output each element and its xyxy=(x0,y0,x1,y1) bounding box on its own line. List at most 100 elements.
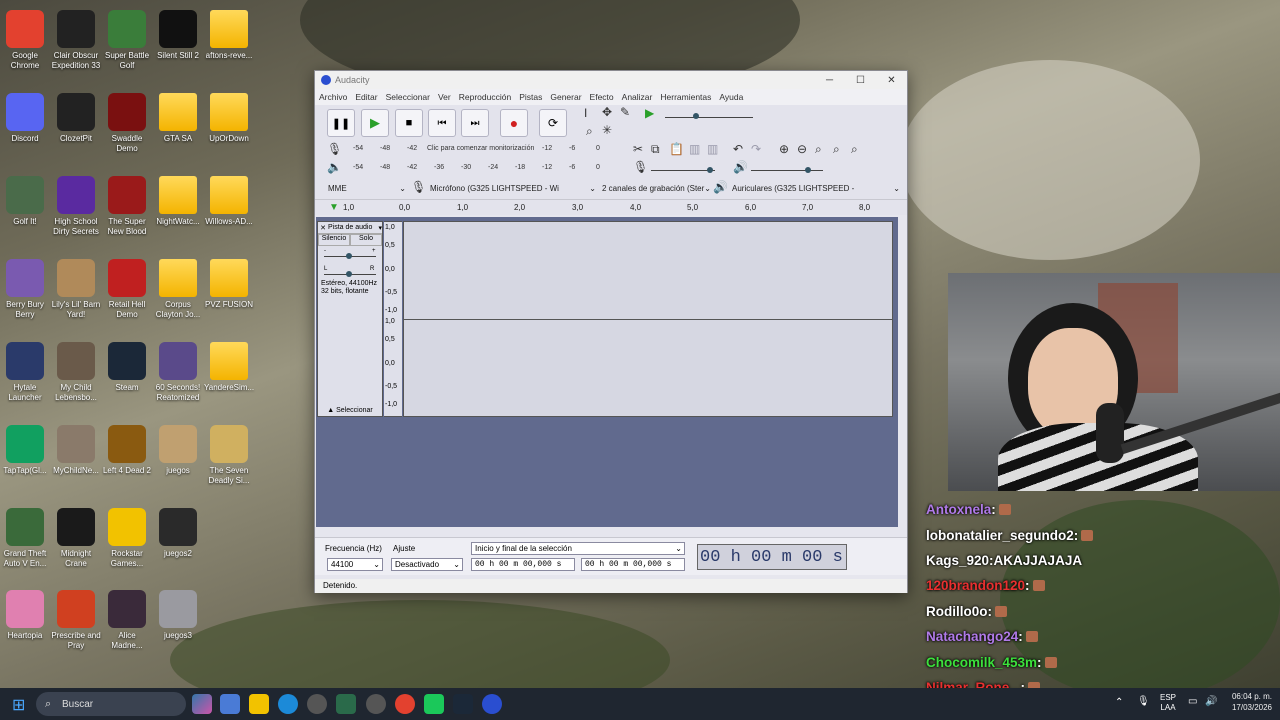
desktop-icon[interactable]: ClozetPit xyxy=(51,93,101,144)
desktop-icon[interactable]: Left 4 Dead 2 xyxy=(102,425,152,476)
desktop-icon[interactable]: High School Dirty Secrets xyxy=(51,176,101,237)
menu-editar[interactable]: Editar xyxy=(355,92,377,102)
waveform-area[interactable] xyxy=(403,221,893,417)
desktop-icon[interactable]: Discord xyxy=(0,93,50,144)
chat-username[interactable]: Rodillo0o xyxy=(926,604,988,619)
desktop-icon[interactable]: YandereSim... xyxy=(204,342,254,393)
desktop-icon[interactable]: UpOrDown xyxy=(204,93,254,144)
track-menu-icon[interactable]: ▾ xyxy=(378,224,382,232)
speed-slider[interactable] xyxy=(693,113,699,119)
output-device-select[interactable]: Auriculares (G325 LIGHTSPEED - ⌄ xyxy=(729,181,901,195)
audacity-taskbar-icon[interactable] xyxy=(482,694,502,714)
selection-mode-select[interactable]: Inicio y final de la selección ⌄ xyxy=(471,542,685,555)
zoom-tool-icon[interactable]: ⌕ xyxy=(586,124,593,139)
desktop-icon[interactable]: Berry Bury Berry xyxy=(0,259,50,320)
chat-username[interactable]: Kags_920 xyxy=(926,553,989,568)
selection-start-field[interactable]: 00 h 00 m 00,000 s xyxy=(471,558,575,571)
zoom-out-icon[interactable]: ⊖ xyxy=(797,142,807,156)
desktop-icon[interactable]: Prescribe and Pray xyxy=(51,590,101,651)
app-icon-3[interactable] xyxy=(424,694,444,714)
desktop-icon[interactable]: Corpus Clayton Jo... xyxy=(153,259,203,320)
menu-efecto[interactable]: Efecto xyxy=(590,92,614,102)
desktop-icon[interactable]: Hytale Launcher xyxy=(0,342,50,403)
zoom-in-icon[interactable]: ⊕ xyxy=(779,142,789,156)
redo-icon[interactable]: ↷ xyxy=(751,142,761,156)
close-track-icon[interactable]: ✕ xyxy=(318,224,328,232)
mute-button[interactable]: Silencio xyxy=(318,234,350,246)
skip-end-button[interactable]: ⏭ xyxy=(461,109,489,137)
envelope-tool-icon[interactable]: ✥ xyxy=(602,105,612,119)
channels-select[interactable]: 2 canales de grabación (Ster ⌄ xyxy=(599,181,711,195)
selection-end-field[interactable]: 00 h 00 m 00,000 s xyxy=(581,558,685,571)
desktop-icon[interactable]: Swaddle Demo xyxy=(102,93,152,154)
meter-hint[interactable]: Clic para comenzar monitorización xyxy=(427,145,535,152)
zoom-toggle-icon[interactable]: ⌕ xyxy=(851,142,858,157)
obs-icon[interactable] xyxy=(366,694,386,714)
menu-seleccionar[interactable]: Seleccionar xyxy=(386,92,430,102)
desktop-icon[interactable]: Retail Hell Demo xyxy=(102,259,152,320)
desktop-icon[interactable]: The Super New Blood xyxy=(102,176,152,237)
desktop-icon[interactable]: NightWatc... xyxy=(153,176,203,227)
taskbar-search[interactable]: ⌕ Buscar xyxy=(36,692,186,716)
desktop-icon[interactable]: Heartopia xyxy=(0,590,50,641)
tray-mic-icon[interactable]: 🎙 xyxy=(1137,696,1150,707)
chat-username[interactable]: Antoxnela xyxy=(926,502,991,517)
desktop-icon[interactable]: PVZ FUSION xyxy=(204,259,254,310)
desktop-icon[interactable]: juegos xyxy=(153,425,203,476)
copilot-icon[interactable] xyxy=(192,694,212,714)
clock[interactable]: 06:04 p. m. 17/03/2026 xyxy=(1232,691,1272,713)
desktop-icon[interactable]: Lily's Lil' Barn Yard! xyxy=(51,259,101,320)
track-name[interactable]: Pista de audio xyxy=(328,224,372,231)
desktop-icon[interactable]: juegos2 xyxy=(153,508,203,559)
draw-tool-icon[interactable]: ✎ xyxy=(620,105,630,119)
cut-icon[interactable]: ✂ xyxy=(633,142,643,156)
play-at-speed-icon[interactable]: ▶ xyxy=(645,106,654,120)
menu-herramientas[interactable]: Herramientas xyxy=(660,92,711,102)
pause-button[interactable]: ❚❚ xyxy=(327,109,355,137)
app-icon-1[interactable] xyxy=(307,694,327,714)
desktop-icon[interactable]: MyChildNe... xyxy=(51,425,101,476)
desktop-icon[interactable]: Silent Still 2 xyxy=(153,10,203,61)
desktop-icon[interactable]: Clair Obscur Expedition 33 xyxy=(51,10,101,71)
solo-button[interactable]: Solo xyxy=(350,234,382,246)
menu-pistas[interactable]: Pistas xyxy=(519,92,542,102)
select-track-button[interactable]: ▲ Seleccionar xyxy=(318,404,382,416)
stop-button[interactable]: ■ xyxy=(395,109,423,137)
desktop-icon[interactable]: Willows-AD... xyxy=(204,176,254,227)
menu-ayuda[interactable]: Ayuda xyxy=(719,92,743,102)
desktop-icon[interactable]: GTA SA xyxy=(153,93,203,144)
desktop-icon[interactable]: Grand Theft Auto V En... xyxy=(0,508,50,569)
playback-volume-slider[interactable] xyxy=(805,167,811,173)
gain-slider[interactable] xyxy=(346,253,352,259)
store-icon[interactable] xyxy=(220,694,240,714)
menu-archivo[interactable]: Archivo xyxy=(319,92,347,102)
desktop-icon[interactable]: Google Chrome xyxy=(0,10,50,71)
play-button[interactable]: ▶ xyxy=(361,109,389,137)
desktop-icon[interactable]: aftons-reve... xyxy=(204,10,254,61)
menu-reproducción[interactable]: Reproducción xyxy=(459,92,511,102)
paste-icon[interactable]: 📋 xyxy=(669,142,684,156)
edge-icon[interactable] xyxy=(278,694,298,714)
timeline-ruler[interactable]: ▼ 1,0 0,0 1,0 2,0 3,0 4,0 5,0 6,0 7,0 8,0 xyxy=(315,199,907,215)
desktop-icon[interactable]: Rockstar Games... xyxy=(102,508,152,569)
chat-username[interactable]: lobonatalier_segundo2 xyxy=(926,528,1074,543)
tray-chevron-icon[interactable]: ⌃ xyxy=(1115,697,1123,708)
undo-icon[interactable]: ↶ xyxy=(733,142,743,156)
host-select[interactable]: MME ⌄ xyxy=(325,181,407,195)
desktop-icon[interactable]: Super Battle Golf xyxy=(102,10,152,71)
desktop-icon[interactable]: Steam xyxy=(102,342,152,393)
desktop-icon[interactable]: Golf It! xyxy=(0,176,50,227)
volume-icon[interactable]: 🔊 xyxy=(1205,696,1217,707)
maximize-button[interactable]: ☐ xyxy=(845,75,876,86)
record-button[interactable]: ● xyxy=(500,109,528,137)
file-explorer-icon[interactable] xyxy=(249,694,269,714)
close-button[interactable]: ✕ xyxy=(876,75,907,86)
menu-ver[interactable]: Ver xyxy=(438,92,451,102)
time-display[interactable]: 00 h 00 m 00 s xyxy=(697,544,847,570)
desktop-icon[interactable]: The Seven Deadly Si... xyxy=(204,425,254,486)
desktop-icon[interactable]: TapTap(Gl... xyxy=(0,425,50,476)
app-icon-2[interactable] xyxy=(336,694,356,714)
language-indicator[interactable]: ESP LAA xyxy=(1160,693,1176,713)
chat-username[interactable]: 120brandon120 xyxy=(926,578,1025,593)
steam-icon[interactable] xyxy=(453,694,473,714)
